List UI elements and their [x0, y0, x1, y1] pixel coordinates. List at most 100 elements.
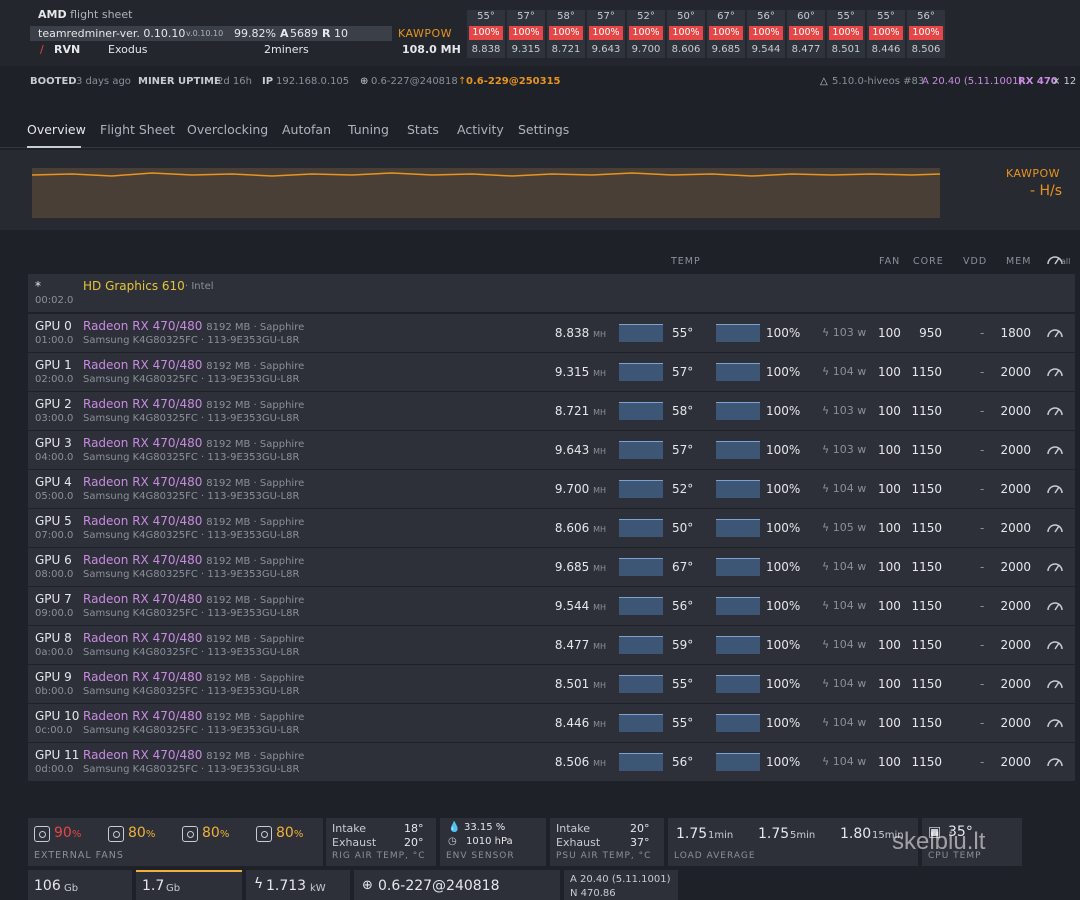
gpu-row[interactable]: GPU 10 0c:00.0 Radeon RX 470/480 8192 MB ·… — [28, 704, 1075, 742]
external-fans-panel[interactable]: 90% 80% 80% 80% EXTERNAL FANS — [28, 818, 323, 866]
tab-overclocking[interactable]: Overclocking — [187, 122, 268, 137]
ram-value: 1.7 — [142, 878, 165, 894]
gpu-summary-cell[interactable]: 50° 100% 8.606 — [667, 10, 705, 58]
hashrate-chart[interactable] — [31, 168, 941, 218]
fan-value-unit: % — [145, 829, 156, 840]
gpu-hashrate-unit: MH — [593, 369, 606, 378]
gpu-vram: Samsung K4G80325FC · 113-9E353GU-L8R — [83, 491, 300, 502]
env-sensor-label: ENV SENSOR — [446, 851, 515, 861]
temp-sparkline — [716, 714, 760, 732]
flight-sheet-title[interactable]: AMD flight sheet — [38, 8, 132, 21]
tab-settings[interactable]: Settings — [518, 122, 569, 137]
gpu-row[interactable]: GPU 3 04:00.0 Radeon RX 470/480 8192 MB · … — [28, 431, 1075, 469]
gpu-summary-cell[interactable]: 58° 100% 8.721 — [547, 10, 585, 58]
ip-value[interactable]: 192.168.0.105 — [276, 76, 349, 87]
tab-flight-sheet[interactable]: Flight Sheet — [100, 122, 175, 137]
gpu-power: ϟ 104 w — [822, 677, 866, 690]
gpu-temp: 56° — [672, 599, 694, 613]
gpu-vdd: - — [980, 326, 985, 340]
gpu-gauge-icon[interactable] — [1046, 599, 1064, 614]
gpu-summary-cell[interactable]: 55° 100% 8.838 — [467, 10, 505, 58]
tab-stats[interactable]: Stats — [407, 122, 439, 137]
gpu-summary-cell[interactable]: 57° 100% 9.643 — [587, 10, 625, 58]
gpu-gauge-icon[interactable] — [1046, 755, 1064, 770]
driver-panel: A 20.40 (5.11.1001) N 470.86 — [564, 870, 678, 900]
gpu-row[interactable]: GPU 2 03:00.0 Radeon RX 470/480 8192 MB · … — [28, 392, 1075, 430]
gpu-model-name: Radeon RX 470/480 8192 MB · Sapphire — [83, 436, 304, 450]
column-vdd: VDD — [963, 256, 988, 267]
gpu-row[interactable]: GPU 7 09:00.0 Radeon RX 470/480 8192 MB · … — [28, 587, 1075, 625]
tab-overview[interactable]: Overview — [27, 122, 86, 137]
gpu-gauge-icon[interactable] — [1046, 443, 1064, 458]
psu-intake-value: 20° — [630, 822, 650, 835]
gpu-id: GPU 9 — [35, 670, 72, 684]
gpu-model-name: Radeon RX 470/480 8192 MB · Sapphire — [83, 475, 304, 489]
pool-name: 2miners — [264, 43, 309, 56]
gpu-row[interactable]: GPU 4 05:00.0 Radeon RX 470/480 8192 MB · … — [28, 470, 1075, 508]
gpu-model-text: Radeon RX 470/480 — [83, 670, 203, 684]
tab-activity[interactable]: Activity — [457, 122, 504, 137]
gpu-gauge-icon[interactable] — [1046, 482, 1064, 497]
hive-version: 0.6-227@240818 — [371, 76, 458, 87]
gpu-row[interactable]: GPU 6 08:00.0 Radeon RX 470/480 8192 MB · … — [28, 548, 1075, 586]
gpu-summary-cell[interactable]: 56° 100% 8.506 — [907, 10, 945, 58]
gpu-summary-cell[interactable]: 55° 100% 8.501 — [827, 10, 865, 58]
hive-version-icon: ⊕ — [362, 878, 373, 893]
miner-row[interactable]: teamredminer-ver. 0.10.10 v.0.10.10 99.8… — [30, 26, 392, 41]
gpu-hashrate-unit: MH — [593, 525, 606, 534]
tab-autofan[interactable]: Autofan — [282, 122, 331, 137]
env-sensor-panel: 💧 33.15 % ◷ 1010 hPa ENV SENSOR — [440, 818, 546, 866]
summary-temp: 55° — [477, 11, 495, 22]
gpu-summary-cell[interactable]: 67° 100% 9.685 — [707, 10, 745, 58]
gpu-bus: 01:00.0 — [35, 335, 74, 346]
gpu-gauge-icon[interactable] — [1046, 560, 1064, 575]
gpu-gauge-icon[interactable] — [1046, 716, 1064, 731]
gpu-mem-vendor: 8192 MB · Sapphire — [206, 712, 305, 723]
gpu-summary-cell[interactable]: 57° 100% 9.315 — [507, 10, 545, 58]
gpu-summary-cell[interactable]: 60° 100% 8.477 — [787, 10, 825, 58]
accepted-label: A — [280, 27, 289, 40]
gpu-summary-cell[interactable]: 56° 100% 9.544 — [747, 10, 785, 58]
summary-fan: 100% — [669, 26, 703, 40]
gpu-row[interactable]: GPU 1 02:00.0 Radeon RX 470/480 8192 MB · … — [28, 353, 1075, 391]
power-bolt-icon: ϟ — [822, 482, 833, 495]
gpu-id: GPU 6 — [35, 553, 72, 567]
pressure-icon: ◷ — [448, 836, 457, 847]
gpu-gauge-icon[interactable] — [1046, 326, 1064, 341]
igpu-row[interactable]: * 00:02.0 HD Graphics 610 · Intel — [28, 274, 1075, 312]
gpu-power-value: 103 w — [832, 443, 867, 456]
gpu-gauge-icon[interactable] — [1046, 404, 1064, 419]
uptime-value: 2d 16h — [217, 76, 252, 87]
igpu-vendor: · Intel — [185, 281, 214, 292]
active-tab-indicator — [27, 146, 81, 148]
gpu-hashrate-value: 8.501 — [554, 677, 590, 691]
gpu-vdd: - — [980, 443, 985, 457]
gpu-row[interactable]: GPU 11 0d:00.0 Radeon RX 470/480 8192 MB ·… — [28, 743, 1075, 781]
rejected-label: R — [322, 27, 331, 40]
gpu-fan-percent: 100% — [766, 599, 801, 613]
gpu-row[interactable]: GPU 5 07:00.0 Radeon RX 470/480 8192 MB · … — [28, 509, 1075, 547]
gpu-model-name: Radeon RX 470/480 8192 MB · Sapphire — [83, 631, 304, 645]
gpu-vram: Samsung K4G80325FC · 113-9E353GU-L8R — [83, 725, 300, 736]
gpu-gauge-icon[interactable] — [1046, 365, 1064, 380]
miner-version: v.0.10.10 — [186, 29, 224, 38]
gpu-model-name: Radeon RX 470/480 8192 MB · Sapphire — [83, 358, 304, 372]
tab-tuning[interactable]: Tuning — [348, 122, 389, 137]
hive-update[interactable]: 0.6-229@250315 — [466, 76, 561, 87]
power-bolt-icon: ϟ — [822, 326, 833, 339]
gpu-gauge-icon[interactable] — [1046, 521, 1064, 536]
gpu-row[interactable]: GPU 8 0a:00.0 Radeon RX 470/480 8192 MB · … — [28, 626, 1075, 664]
chart-rate: - H/s — [1029, 183, 1062, 199]
gpu-gauge-icon[interactable] — [1046, 638, 1064, 653]
gpu-gauge-icon[interactable] — [1046, 677, 1064, 692]
gpu-power: ϟ 103 w — [822, 443, 866, 456]
gpu-mem-vendor: 8192 MB · Sapphire — [206, 673, 305, 684]
gpu-summary-cell[interactable]: 55° 100% 8.446 — [867, 10, 905, 58]
gpu-fan: 100 — [878, 443, 901, 457]
gpu-row[interactable]: GPU 9 0b:00.0 Radeon RX 470/480 8192 MB · … — [28, 665, 1075, 703]
gpu-vdd: - — [980, 365, 985, 379]
gpu-row[interactable]: GPU 0 01:00.0 Radeon RX 470/480 8192 MB · … — [28, 314, 1075, 352]
hashrate-sparkline — [619, 441, 663, 459]
gpu-summary-cell[interactable]: 52° 100% 9.700 — [627, 10, 665, 58]
gpu-power-value: 104 w — [832, 560, 867, 573]
